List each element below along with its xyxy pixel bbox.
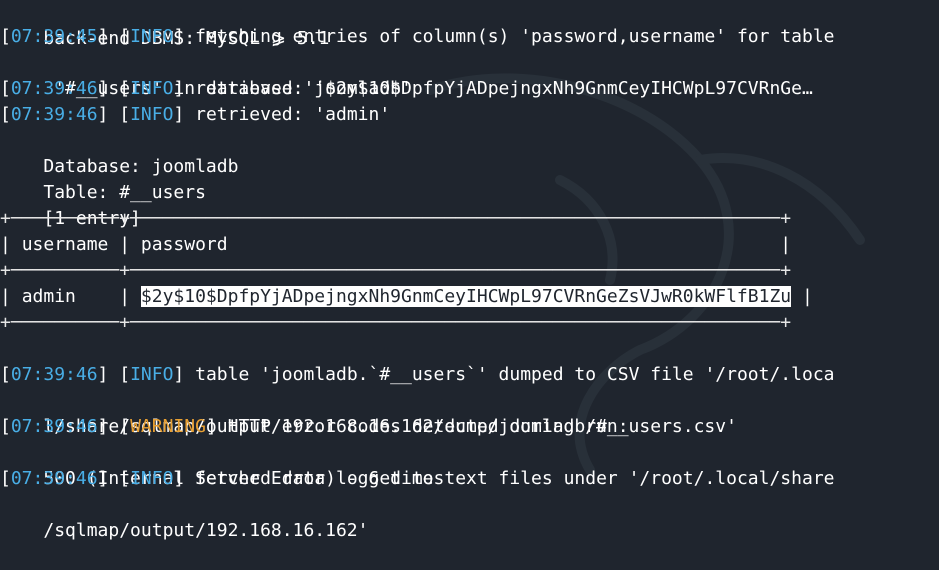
terminal-line: [1 entry] <box>0 180 141 229</box>
table-border: +──────────+────────────────────────────… <box>0 208 792 229</box>
table-border: +──────────+────────────────────────────… <box>0 260 792 281</box>
timestamp: 07:39:46 <box>10 364 98 385</box>
log-message: HTTP error codes detected during run: <box>227 416 629 437</box>
log-message: fetching entries of column(s) 'password,… <box>195 26 835 47</box>
timestamp: 07:39:46 <box>10 78 98 99</box>
table-border: +──────────+────────────────────────────… <box>0 312 792 333</box>
terminal-line: [07:39:46] [INFO] fetched data logged to… <box>0 468 835 489</box>
log-level-info: INFO <box>130 468 174 489</box>
terminal-line: [07:39:46] [INFO] retrieved: '$2y$10$Dpf… <box>0 78 813 99</box>
log-message: fetched data logged to text files under … <box>195 468 835 489</box>
line-text: /sqlmap/output/192.168.16.162' <box>43 520 369 541</box>
cell-username: admin <box>21 286 76 307</box>
terminal-line: [07:39:46] [INFO] table 'joomladb.`#__us… <box>0 364 835 385</box>
cell-password-selected[interactable]: $2y$10$DpfpYjADpejngxNh9GnmCeyIHCWpL97CV… <box>140 286 792 307</box>
timestamp: 07:39:45 <box>10 26 98 47</box>
table-row: | admin | $2y$10$DpfpYjADpejngxNh9GnmCey… <box>0 286 813 307</box>
terminal-line: 500 (Internal Server Error) - 6 times <box>0 440 444 489</box>
timestamp: 07:39:46 <box>10 416 98 437</box>
log-message: retrieved: '$2y$10$DpfpYjADpejngxNh9GnmC… <box>195 78 813 99</box>
log-level-info: INFO <box>130 26 174 47</box>
terminal-line: /sqlmap/output/192.168.16.162' <box>0 492 368 541</box>
terminal-line: Database: joomladb <box>0 128 238 177</box>
terminal-line: [07:39:46] [INFO] retrieved: 'admin' <box>0 104 391 125</box>
table-header-row: | username | password | <box>0 234 792 255</box>
log-level-info: INFO <box>130 78 174 99</box>
header-password: password <box>140 234 228 255</box>
terminal-line: Table: #__users <box>0 154 206 203</box>
terminal-line: back-end DBMS: MySQL ⩾ 5.1 <box>0 0 329 49</box>
header-username: username <box>21 234 109 255</box>
terminal-line: [07:39:46] [WARNING] HTTP error codes de… <box>0 416 629 437</box>
timestamp: 07:39:46 <box>10 104 98 125</box>
log-message: retrieved: 'admin' <box>195 104 391 125</box>
log-level-warning: WARNING <box>130 416 206 437</box>
terminal-line: '#__users' in database 'joomladb' <box>0 50 412 99</box>
terminal-line: l/share/sqlmap/output/192.168.16.162/dum… <box>0 388 737 437</box>
timestamp: 07:39:46 <box>10 468 98 489</box>
log-level-info: INFO <box>130 104 174 125</box>
log-level-info: INFO <box>130 364 174 385</box>
terminal-line: [07:39:45] [INFO] fetching entries of co… <box>0 26 835 47</box>
log-message: table 'joomladb.`#__users`' dumped to CS… <box>195 364 835 385</box>
